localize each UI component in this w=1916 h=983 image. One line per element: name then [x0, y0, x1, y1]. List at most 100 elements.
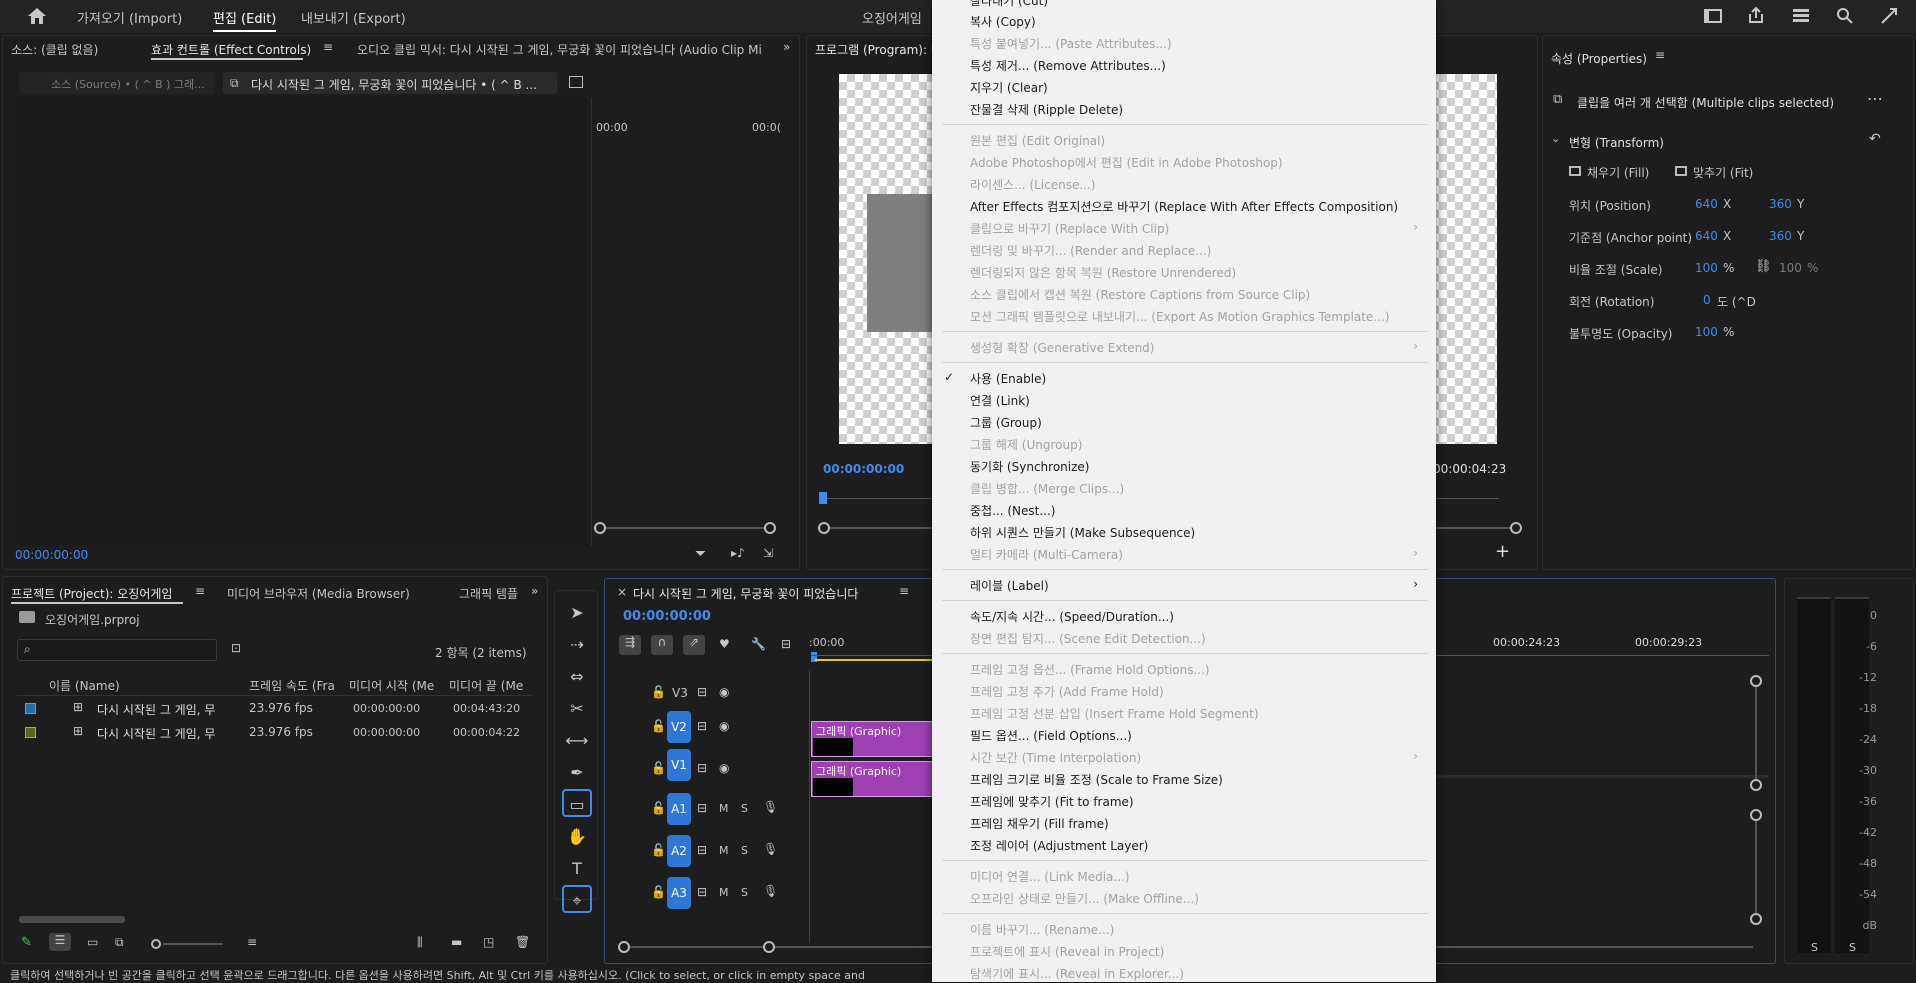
rotation-value[interactable]: 0	[1703, 293, 1711, 307]
rectangle-tool-icon[interactable]: ▭	[562, 789, 592, 817]
microphone-icon[interactable]: 🎙	[763, 800, 778, 814]
sequence-tab[interactable]: 다시 시작된 그 게임, 무궁화 꽃이 피었습니다	[633, 585, 858, 602]
position-x-value[interactable]: 640	[1695, 197, 1718, 211]
ripple-edit-tool-icon[interactable]: ⇔	[562, 663, 592, 691]
microphone-icon[interactable]: 🎙	[763, 842, 778, 856]
anchor-x-value[interactable]: 640	[1695, 229, 1718, 243]
lock-icon[interactable]: 🔓	[651, 685, 666, 699]
tab-effect-controls[interactable]: 효과 컨트롤 (Effect Controls)	[151, 41, 311, 58]
reset-icon[interactable]: ↶	[1869, 131, 1881, 147]
freeform-view-icon[interactable]: ⧉	[115, 935, 124, 950]
razor-tool-icon[interactable]: ✂	[562, 695, 592, 723]
lock-icon[interactable]: 🔓	[651, 761, 666, 775]
mini-timeline-scrollbar[interactable]	[594, 522, 776, 534]
solo-button[interactable]: S	[741, 886, 748, 899]
play-audio-icon[interactable]: ▸♪	[731, 546, 745, 560]
selection-tool-icon[interactable]: ➤	[562, 599, 592, 627]
project-scrollbar[interactable]	[19, 916, 125, 923]
workspace-icon[interactable]	[1704, 9, 1722, 23]
lock-icon[interactable]: 🔓	[651, 843, 666, 857]
track-select-tool-icon[interactable]: ⇢	[562, 631, 592, 659]
menu-item-copy[interactable]: 복사 (Copy)	[970, 13, 1036, 30]
menu-item-enable[interactable]: 사용 (Enable)	[970, 370, 1046, 387]
eye-icon[interactable]: ◉	[719, 685, 729, 699]
menu-item-speed-duration[interactable]: 속도/지속 시간... (Speed/Duration...)	[970, 608, 1174, 625]
eye-icon[interactable]: ◉	[719, 761, 729, 775]
chevron-down-icon[interactable]: ⌄	[1551, 132, 1560, 145]
sync-lock-icon[interactable]: ⊟	[697, 885, 707, 899]
overflow-chevron-icon[interactable]: »	[531, 584, 538, 598]
menu-item-clear[interactable]: 지우기 (Clear)	[970, 79, 1048, 96]
mute-button[interactable]: M	[719, 886, 729, 899]
column-media-end[interactable]: 미디어 끝 (Me	[449, 677, 545, 694]
more-options-icon[interactable]: ⋯	[1867, 89, 1883, 108]
sync-lock-icon[interactable]: ⊟	[697, 719, 707, 733]
panel-menu-icon[interactable]: ≡	[323, 40, 333, 54]
sync-lock-icon[interactable]: ⊟	[697, 801, 707, 815]
menu-item-group[interactable]: 그룹 (Group)	[970, 414, 1042, 431]
column-media-start[interactable]: 미디어 시작 (Me	[349, 677, 434, 694]
overflow-chevron-icon[interactable]: »	[783, 40, 790, 54]
position-y-value[interactable]: 360	[1769, 197, 1792, 211]
program-playhead[interactable]	[819, 492, 827, 504]
fit-toggle[interactable]: 맞추기 (Fit)	[1675, 164, 1765, 184]
mute-button[interactable]: M	[719, 802, 729, 815]
graphic-clip-v1[interactable]: 그래픽 (Graphic)	[811, 761, 935, 797]
menu-item-nest[interactable]: 중첩... (Nest...)	[970, 502, 1055, 519]
column-name[interactable]: 이름 (Name)	[49, 677, 120, 694]
panel-toggle-icon[interactable]	[569, 76, 583, 88]
tab-import[interactable]: 가져오기 (Import)	[77, 8, 182, 27]
track-target-v2[interactable]: V2	[667, 711, 691, 743]
share-icon[interactable]	[1748, 6, 1764, 24]
lock-icon[interactable]: 🔓	[651, 885, 666, 899]
tab-graphic-templates[interactable]: 그래픽 템플	[459, 585, 518, 602]
slip-tool-icon[interactable]: ⟷	[562, 727, 592, 755]
menu-item-fit-to-frame[interactable]: 프레임에 맞추기 (Fit to frame)	[970, 793, 1134, 810]
timeline-vertical-scrollbar-audio[interactable]	[1750, 809, 1762, 925]
microphone-icon[interactable]: 🎙	[763, 884, 778, 898]
project-search-input[interactable]: ⌕	[17, 639, 217, 661]
sequence-menu-icon[interactable]: ≡	[899, 584, 909, 598]
track-target-a3[interactable]: A3	[667, 877, 691, 909]
menu-item-link[interactable]: 연결 (Link)	[970, 392, 1030, 409]
eye-icon[interactable]: ◉	[719, 719, 729, 733]
timeline-timecode[interactable]: 00:00:00:00	[623, 609, 711, 624]
magnet-icon[interactable]: ∩	[651, 635, 673, 655]
hand-tool-icon[interactable]: ✋	[562, 823, 592, 851]
scale-value[interactable]: 100	[1695, 261, 1718, 275]
track-target-a2[interactable]: A2	[667, 835, 691, 867]
list-view-icon[interactable]: ☰	[49, 933, 71, 951]
zoom-slider-handle[interactable]	[151, 939, 161, 949]
sort-icon[interactable]: ≡	[247, 935, 257, 949]
list-item[interactable]: ⊞ 다시 시작된 그 게임, 무 23.976 fps 00:00:00:00 …	[17, 697, 533, 721]
filter-icon[interactable]: ⏷	[695, 546, 706, 562]
sync-lock-icon[interactable]: ⊟	[697, 685, 707, 699]
tab-audio-clip-mixer[interactable]: 오디오 클립 믹서: 다시 시작된 그 게임, 무궁화 꽃이 피었습니다 (Au…	[357, 41, 777, 58]
menu-item-cut[interactable]: 잘라내기 (Cut)	[970, 0, 1048, 9]
menu-item-field-options[interactable]: 필드 옵션... (Field Options...)	[970, 727, 1132, 744]
pencil-icon[interactable]: ✎	[21, 935, 32, 950]
fullscreen-icon[interactable]	[1880, 7, 1898, 25]
menu-item-adjustment-layer[interactable]: 조정 레이어 (Adjustment Layer)	[970, 837, 1148, 854]
program-timecode[interactable]: 00:00:00:00	[823, 462, 904, 476]
mute-button[interactable]: M	[719, 844, 729, 857]
fill-toggle[interactable]: 채우기 (Fill)	[1569, 164, 1659, 184]
opacity-value[interactable]: 100	[1695, 325, 1718, 339]
trash-icon[interactable]: 🗑	[515, 935, 530, 949]
icon-view-icon[interactable]: ▭	[87, 935, 98, 949]
track-target-v1[interactable]: V1	[667, 749, 691, 781]
menu-item-ripple-delete[interactable]: 잔물결 삭제 (Ripple Delete)	[970, 101, 1123, 118]
snap-icon[interactable]: ⇶	[619, 635, 641, 655]
menu-item-make-subsequence[interactable]: 하위 시퀀스 만들기 (Make Subsequence)	[970, 524, 1195, 541]
solo-right-button[interactable]: S	[1849, 941, 1856, 954]
link-icon[interactable]: ⛓	[1755, 259, 1772, 274]
home-icon[interactable]	[26, 6, 48, 26]
source-dropdown[interactable]: 소스 (Source) • ( ^ B ) 그래...	[19, 72, 215, 94]
new-item-icon[interactable]: ◳	[483, 935, 494, 949]
menu-lines-icon[interactable]	[1792, 7, 1810, 23]
export-icon[interactable]: ⇲	[763, 546, 773, 560]
automate-icon[interactable]: ⫼	[417, 935, 423, 950]
tab-source[interactable]: 소스: (클립 없음)	[11, 41, 98, 58]
captions-icon[interactable]: ⊟	[781, 637, 791, 651]
pen-tool-icon[interactable]: ✒	[562, 759, 592, 787]
